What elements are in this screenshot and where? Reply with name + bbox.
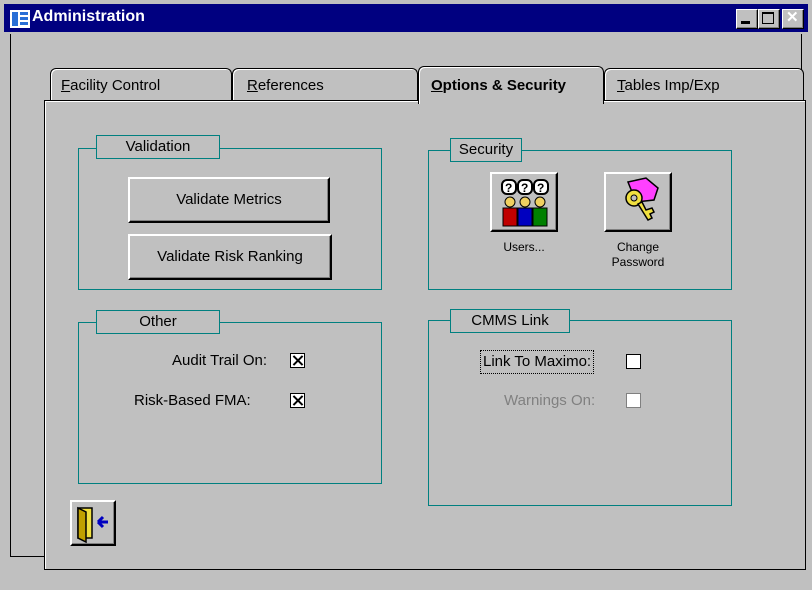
tab-tables-imp-exp[interactable]: Tables Imp/Exp (604, 68, 804, 102)
exit-door-icon (77, 506, 108, 544)
users-group-icon: ? ? ? (501, 179, 549, 227)
audit-trail-label: Audit Trail On: (172, 352, 268, 369)
audit-trail-checkbox[interactable] (290, 353, 305, 368)
tab-label: Options & Security (431, 77, 567, 94)
link-to-maximo-checkbox[interactable] (626, 354, 641, 369)
title-bar[interactable]: Administration ✕ (4, 4, 808, 32)
minimize-icon (741, 21, 750, 24)
validation-group-title: Validation (96, 135, 220, 159)
close-button[interactable]: ✕ (782, 9, 804, 29)
tab-facility-control[interactable]: Facility Control (50, 68, 232, 102)
risk-based-fma-checkbox[interactable] (290, 393, 305, 408)
window-title: Administration (32, 8, 145, 25)
tab-label: Facility Control (61, 77, 161, 94)
other-group-title: Other (96, 310, 220, 334)
validate-metrics-button[interactable]: Validate Metrics (128, 177, 330, 223)
change-password-button[interactable] (604, 172, 672, 232)
users-button[interactable]: ? ? ? (490, 172, 558, 232)
cmms-link-group-title: CMMS Link (450, 309, 570, 333)
risk-based-fma-label: Risk-Based FMA: (134, 392, 251, 409)
close-icon: ✕ (786, 9, 799, 26)
cmms-link-group (428, 320, 732, 506)
tab-label: Tables Imp/Exp (617, 77, 720, 94)
window-app-icon (10, 10, 30, 28)
svg-text:?: ? (521, 181, 528, 195)
maximize-icon (762, 12, 774, 24)
users-label: Users... (503, 240, 545, 254)
svg-text:?: ? (537, 181, 544, 195)
tab-options-security[interactable]: Options & Security (418, 66, 604, 104)
warnings-on-checkbox[interactable] (626, 393, 641, 408)
minimize-button[interactable] (736, 9, 758, 29)
change-password-label-line2: Password (611, 255, 665, 269)
exit-button[interactable] (70, 500, 116, 546)
link-to-maximo-label: Link To Maximo: (480, 350, 595, 374)
change-password-label-line1: Change (616, 240, 660, 254)
change-password-label: Change Password (596, 240, 680, 270)
tab-label: References (247, 77, 324, 94)
maximize-button[interactable] (758, 9, 780, 29)
key-icon (625, 177, 659, 221)
security-group-title: Security (450, 138, 522, 162)
warnings-on-label: Warnings On: (504, 392, 596, 409)
security-group (428, 150, 732, 290)
svg-text:?: ? (505, 181, 512, 195)
validate-risk-ranking-button[interactable]: Validate Risk Ranking (128, 234, 332, 280)
tab-references[interactable]: References (232, 68, 418, 102)
